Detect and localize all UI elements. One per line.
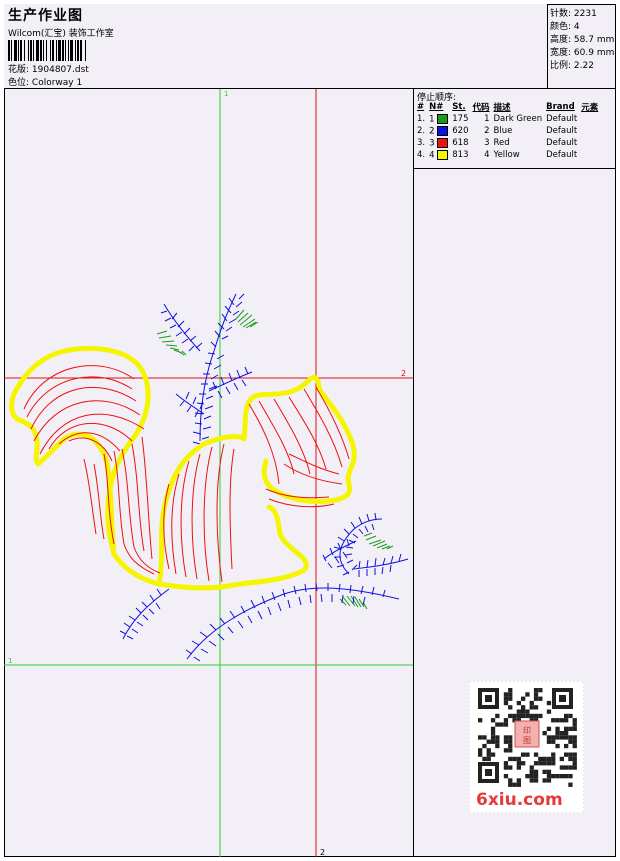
table-header-row: # N# St. 代码 描述 Brand 元素 — [415, 101, 600, 113]
guide-h2-label: 2 — [401, 369, 406, 378]
stat-colors: 颜色: 4 — [550, 22, 580, 32]
watermark-text: 6xiu.com — [476, 790, 563, 810]
col-stitches: St. — [452, 102, 466, 112]
stat-width: 宽度: 60.9 mm — [550, 48, 615, 58]
colorway-label: 色位: — [8, 78, 30, 88]
color-swatch — [437, 137, 449, 148]
leaves-dark-green — [156, 309, 394, 610]
guide-h1-label: 1 — [8, 657, 12, 665]
stat-height: 高度: 58.7 mm — [550, 35, 615, 45]
col-brand: Brand — [546, 102, 575, 112]
stat-scale: 比例: 2.22 — [550, 61, 594, 71]
table-row: 3. 3 618 3 Red Default — [417, 137, 578, 149]
design-file-line: 花版: 1904807.dst — [8, 62, 89, 75]
barcode-icon — [8, 40, 86, 61]
col-needle: N# — [429, 102, 444, 112]
stop-sequence-panel: 停止顺序: # N# St. 代码 描述 Brand 元素 1. 1 175 1… — [414, 89, 616, 169]
col-code: 代码 — [472, 103, 490, 113]
table-row: 1. 1 175 1 Dark Green Default — [417, 113, 578, 125]
col-index: # — [417, 102, 425, 112]
col-element: 元素 — [581, 103, 599, 113]
outline-yellow — [9, 345, 357, 591]
table-row: 4. 4 813 4 Yellow Default — [417, 149, 578, 161]
sheet-title: 生产作业图 — [8, 8, 83, 24]
embroidery-design: 1 2 1 2 — [4, 89, 413, 857]
colorway-value: Colorway 1 — [31, 78, 83, 88]
color-swatch — [437, 125, 449, 136]
header-info: 生产作业图 Wilcom(汇宝) 装饰工作室 花版: 1904807.dst 色… — [4, 4, 548, 89]
col-description: 描述 — [493, 103, 511, 113]
table-row: 2. 2 620 2 Blue Default — [417, 125, 578, 137]
svg-text:图: 图 — [523, 736, 531, 745]
color-swatch — [437, 113, 449, 124]
embroidery-design-area: 1 2 1 2 — [4, 89, 414, 857]
colorway-line: 色位: Colorway 1 — [8, 75, 82, 88]
guide-v2-label: 2 — [320, 848, 325, 857]
color-sequence-table: # N# St. 代码 描述 Brand 元素 1. 1 175 1 Dark … — [415, 101, 600, 161]
design-file-value: 1904807.dst — [31, 65, 89, 75]
stat-stitches: 针数: 2231 — [550, 9, 597, 19]
color-swatch — [437, 149, 449, 160]
company-name: Wilcom(汇宝) 装饰工作室 — [8, 29, 114, 39]
svg-text:印: 印 — [523, 726, 531, 735]
design-stats: 针数: 2231 颜色: 4 高度: 58.7 mm 宽度: 60.9 mm 比… — [548, 4, 616, 89]
guide-v1-label: 1 — [224, 90, 228, 98]
design-file-label: 花版: — [8, 65, 30, 75]
